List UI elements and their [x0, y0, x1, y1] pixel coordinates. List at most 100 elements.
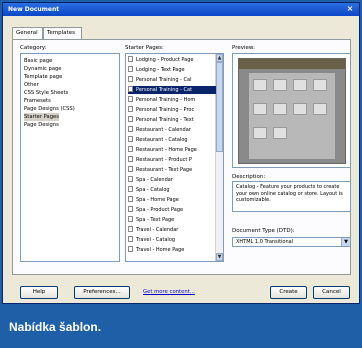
preview-tile	[313, 79, 327, 91]
document-icon	[128, 56, 133, 62]
doctype-select[interactable]: XHTML 1.0 Transitional ▼	[232, 237, 351, 247]
starter-page-item[interactable]: Travel - Catalog	[128, 236, 216, 244]
scroll-down-icon[interactable]: ▼	[216, 253, 223, 261]
starter-page-item[interactable]: Spa - Home Page	[128, 196, 216, 204]
template-preview-image	[238, 58, 346, 164]
category-item[interactable]: Other	[24, 81, 39, 89]
starter-page-item[interactable]: Travel - Calendar	[128, 226, 216, 234]
starter-page-item[interactable]: Restaurant - Text Page	[128, 166, 216, 174]
description-text: Catalog - Feature your products to creat…	[232, 181, 351, 212]
preview-tile	[293, 79, 307, 91]
document-icon	[128, 116, 133, 122]
category-item[interactable]: Basic page	[24, 57, 52, 65]
starter-page-item[interactable]: Spa - Calendar	[128, 176, 216, 184]
document-icon	[128, 166, 133, 172]
screenshot-frame: New Document × General Templates Categor…	[0, 0, 362, 348]
preview-tile	[273, 79, 287, 91]
preview-tile	[253, 103, 267, 115]
cancel-button[interactable]: Cancel	[313, 286, 350, 299]
preview-pane	[232, 53, 351, 168]
document-icon	[128, 196, 133, 202]
scroll-thumb[interactable]	[216, 62, 223, 152]
preview-tile	[313, 103, 327, 115]
preview-tile	[253, 127, 267, 139]
starter-page-item[interactable]: Personal Training - Proc	[128, 106, 216, 114]
category-item[interactable]: CSS Style Sheets	[24, 89, 68, 97]
starter-page-label: Spa - Product Page	[136, 207, 184, 213]
document-icon	[128, 86, 133, 92]
dialog-title: New Document	[8, 6, 60, 13]
preview-catalog-grid	[249, 73, 335, 159]
starter-page-label: Restaurant - Text Page	[136, 167, 193, 173]
document-icon	[128, 176, 133, 182]
caption-text: Nabídka šablon.	[9, 320, 102, 334]
starter-page-label: Restaurant - Product P	[136, 157, 192, 163]
close-icon[interactable]: ×	[345, 4, 355, 14]
category-item[interactable]: Page Designs	[24, 121, 59, 129]
starter-page-label: Spa - Text Page	[136, 217, 175, 223]
starter-page-item[interactable]: Spa - Catalog	[128, 186, 216, 194]
caption-bar: Nabídka šablon.	[0, 308, 362, 348]
category-label: Category:	[20, 45, 47, 51]
starter-page-label: Personal Training - Proc	[136, 107, 195, 113]
scroll-up-icon[interactable]: ▲	[216, 54, 223, 62]
starter-page-label: Restaurant - Calendar	[136, 127, 191, 133]
tab-templates[interactable]: Templates	[43, 27, 82, 39]
starter-page-item[interactable]: Personal Training - Cal	[128, 76, 216, 84]
starter-page-item[interactable]: Lodging - Text Page	[128, 66, 216, 74]
create-button[interactable]: Create	[270, 286, 307, 299]
document-icon	[128, 136, 133, 142]
doctype-label: Document Type (DTD):	[232, 228, 295, 234]
starter-page-label: Spa - Calendar	[136, 177, 173, 183]
preview-tile	[293, 103, 307, 115]
starter-page-label: Personal Training - Hom	[136, 97, 196, 103]
document-icon	[128, 246, 133, 252]
starter-page-item[interactable]: Spa - Product Page	[128, 206, 216, 214]
starter-page-item[interactable]: Personal Training - Hom	[128, 96, 216, 104]
starter-page-label: Personal Training - Cal	[136, 77, 192, 83]
starter-page-item[interactable]: Spa - Text Page	[128, 216, 216, 224]
starter-page-label: Travel - Home Page	[136, 247, 185, 253]
starter-page-item[interactable]: Lodging - Product Page	[128, 56, 216, 64]
document-icon	[128, 186, 133, 192]
document-icon	[128, 236, 133, 242]
description-label: Description:	[232, 174, 266, 180]
starter-page-item[interactable]: Personal Training - Text	[128, 116, 216, 124]
category-item[interactable]: Page Designs (CSS)	[24, 105, 75, 113]
starter-page-item[interactable]: Restaurant - Product P	[128, 156, 216, 164]
starter-page-label: Travel - Catalog	[136, 237, 176, 243]
document-icon	[128, 126, 133, 132]
starter-page-item[interactable]: Personal Training - Cat	[128, 86, 216, 94]
starter-pages-scrollbar[interactable]: ▲ ▼	[215, 54, 223, 261]
starter-page-item[interactable]: Travel - Home Page	[128, 246, 216, 254]
starter-pages-label: Starter Pages:	[125, 45, 164, 51]
preview-tile	[273, 103, 287, 115]
document-icon	[128, 206, 133, 212]
starter-page-label: Restaurant - Home Page	[136, 147, 197, 153]
category-item[interactable]: Starter Pages	[24, 113, 59, 121]
chevron-down-icon[interactable]: ▼	[341, 238, 350, 246]
starter-page-item[interactable]: Restaurant - Catalog	[128, 136, 216, 144]
document-icon	[128, 106, 133, 112]
preview-tile	[253, 79, 267, 91]
starter-page-label: Restaurant - Catalog	[136, 137, 188, 143]
category-list[interactable]: Basic page Dynamic page Template page Other…	[20, 53, 120, 262]
starter-pages-list[interactable]: ▲ ▼ Lodging - Product Page Lodging - Text…	[125, 53, 224, 262]
doctype-value: XHTML 1.0 Transitional	[236, 239, 294, 245]
starter-page-item[interactable]: Restaurant - Calendar	[128, 126, 216, 134]
dialog-titlebar: New Document ×	[3, 3, 359, 16]
help-button[interactable]: Help	[20, 286, 58, 299]
category-item[interactable]: Template page	[24, 73, 62, 81]
document-icon	[128, 156, 133, 162]
document-icon	[128, 96, 133, 102]
category-item[interactable]: Dynamic page	[24, 65, 61, 73]
starter-page-label: Personal Training - Text	[136, 117, 194, 123]
preferences-button[interactable]: Preferences...	[74, 286, 130, 299]
starter-page-item[interactable]: Restaurant - Home Page	[128, 146, 216, 154]
document-icon	[128, 66, 133, 72]
starter-page-label: Spa - Home Page	[136, 197, 179, 203]
category-item[interactable]: Framesets	[24, 97, 51, 105]
preview-tile	[273, 127, 287, 139]
starter-page-label: Spa - Catalog	[136, 187, 170, 193]
get-more-content-link[interactable]: Get more content...	[143, 289, 195, 295]
